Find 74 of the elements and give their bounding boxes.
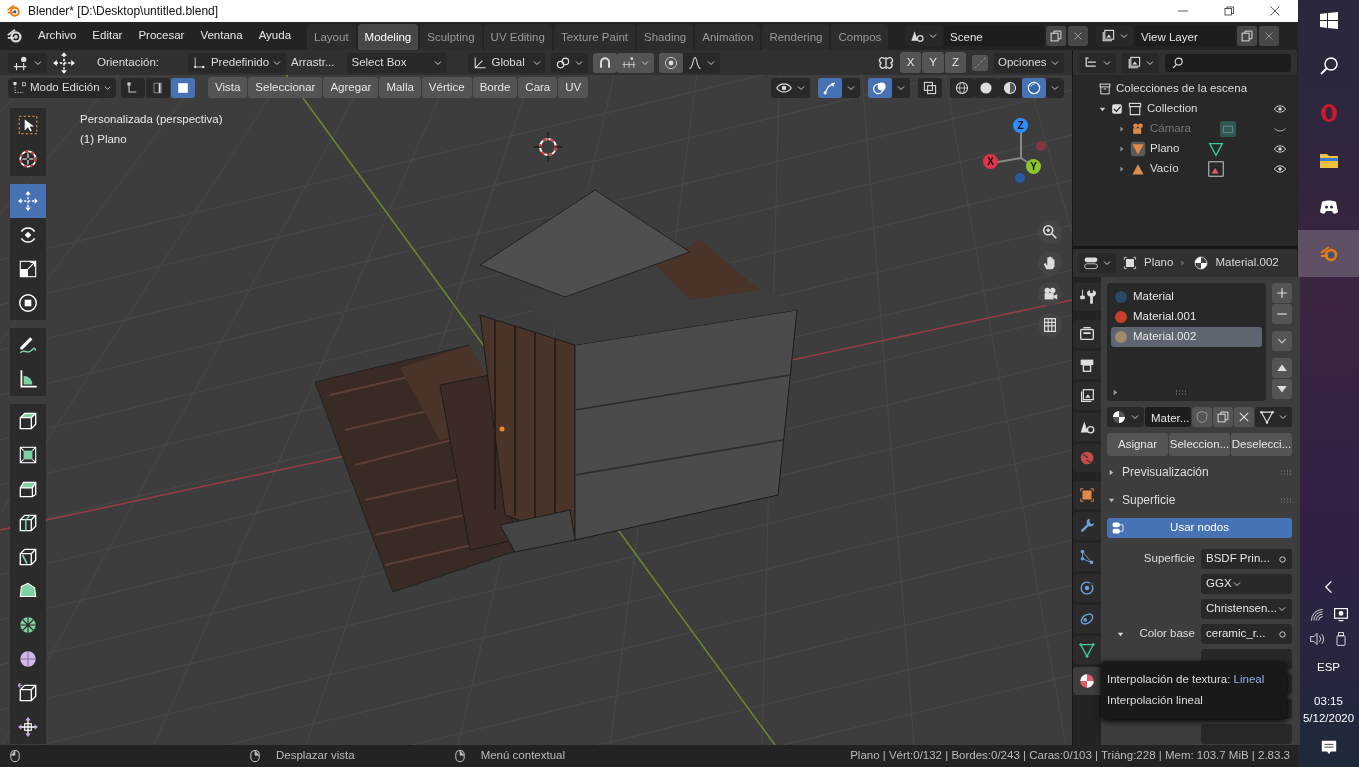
link-field[interactable]: ceramic_r... <box>1201 624 1292 644</box>
window-title: Blender* [D:\Desktop\untitled.blend] <box>28 3 219 20</box>
status-hint: Desplazar vista <box>276 748 355 764</box>
menu-button[interactable]: Vértice <box>421 76 472 99</box>
slot-name: Material.001 <box>1133 309 1197 325</box>
axis-toggle[interactable]: Y <box>922 51 944 74</box>
outliner-title: Colecciones de la escena <box>1116 81 1248 97</box>
workspace-tab[interactable]: UV Editing <box>483 23 552 50</box>
workspace-tab[interactable]: Shading <box>637 23 694 50</box>
outliner-item[interactable]: Vacío <box>1150 160 1179 178</box>
menu-button[interactable]: Malla <box>379 76 421 99</box>
axis-label[interactable]: Y <box>1026 159 1041 174</box>
workspace-tab[interactable]: Sculpting <box>420 23 482 50</box>
axis-toggle[interactable]: Z <box>944 51 966 74</box>
slot-name: Material <box>1133 289 1174 305</box>
status-hint: Menú contextual <box>480 748 565 764</box>
menu-button[interactable]: Cara <box>518 76 558 99</box>
slot-button[interactable]: Seleccion... <box>1169 432 1230 456</box>
field-label: Superficie <box>1143 551 1195 567</box>
language-indicator[interactable]: ESP <box>1317 659 1340 677</box>
workspace-tab[interactable]: Layout <box>307 23 356 50</box>
material-name-field[interactable]: Mater... <box>1145 406 1191 427</box>
material-slot[interactable]: Material.001 <box>1111 306 1262 327</box>
scene-field[interactable]: Scene <box>944 26 1045 46</box>
menu-item[interactable]: Ventana <box>194 25 249 47</box>
view-layer-field[interactable]: View Layer <box>1135 26 1236 46</box>
slot-name: Material.002 <box>1133 329 1197 345</box>
outliner-item[interactable]: Plano <box>1150 140 1180 158</box>
dropdown[interactable]: GGX <box>1201 574 1292 594</box>
axis-label[interactable]: Z <box>1013 118 1028 133</box>
dropdown[interactable]: Christensen... <box>1201 599 1292 619</box>
material-slot[interactable]: Material.002 <box>1111 326 1262 347</box>
material-slot[interactable]: Material <box>1111 286 1262 307</box>
breadcrumb-object: Plano <box>1144 255 1174 271</box>
field-label: Color base <box>1139 626 1195 642</box>
tooltip-description: Interpolación lineal <box>1107 692 1204 708</box>
workspace-tab[interactable]: Texture Paint <box>553 23 636 50</box>
breadcrumb-material: Material.002 <box>1215 255 1279 271</box>
menu-item[interactable]: Procesar <box>132 25 191 47</box>
menu-item[interactable]: Ayuda <box>252 25 298 47</box>
axis-label[interactable]: X <box>983 154 998 169</box>
tooltip-title: Interpolación de textura: <box>1107 672 1231 685</box>
select-box-dropdown[interactable]: Select Box <box>347 52 448 73</box>
panel-header[interactable]: Previsualización <box>1107 460 1292 484</box>
options-dropdown[interactable]: Opciones <box>994 52 1064 73</box>
slot-button[interactable]: Asignar <box>1107 432 1168 456</box>
workspace-tab[interactable]: Compos <box>831 23 889 50</box>
view-name: Personalizada (perspectiva) <box>80 112 223 127</box>
drag-label: Arrastr... <box>291 54 335 70</box>
menu-button[interactable]: Vista <box>208 76 248 99</box>
menu-item[interactable]: Archivo <box>32 25 83 47</box>
menu-button[interactable]: Seleccionar <box>248 76 323 99</box>
use-nodes-button[interactable]: Usar nodos <box>1107 518 1292 538</box>
mode-dropdown[interactable]: Modo Edición <box>8 77 116 98</box>
workspace-tab[interactable]: Animation <box>695 23 761 50</box>
clock-time[interactable]: 03:15 <box>1302 692 1355 710</box>
axis-toggle[interactable]: X <box>899 51 922 74</box>
pivot-dropdown[interactable]: Predefinido <box>188 52 286 73</box>
object-name: (1) Plano <box>80 132 128 147</box>
panel-header[interactable]: Superficie <box>1107 488 1292 512</box>
menu-button[interactable]: Borde <box>472 76 518 99</box>
workspace-tab[interactable]: Rendering <box>762 23 830 50</box>
tooltip-value: Lineal <box>1233 672 1265 685</box>
menu-button[interactable]: Agregar <box>323 76 379 99</box>
workspace-tab[interactable]: Modeling <box>357 23 419 50</box>
outliner-item[interactable]: Collection <box>1147 100 1198 118</box>
orientation-label: Orientación: <box>97 54 159 70</box>
clock-date[interactable]: 5/12/2020 <box>1302 709 1355 727</box>
link-field[interactable]: BSDF Prin... <box>1201 549 1292 569</box>
menu-item[interactable]: Editar <box>86 25 129 47</box>
slot-button[interactable]: Deselecci... <box>1231 432 1292 456</box>
orientation-dropdown[interactable]: Global <box>468 52 547 73</box>
menu-button[interactable]: UV <box>558 76 589 99</box>
status-stats: Plano | Vért:0/132 | Bordes:0/243 | Caras:0/103 | Triáng:228 | Mem: 103.7 MiB | 2.83.3 <box>850 748 1290 764</box>
